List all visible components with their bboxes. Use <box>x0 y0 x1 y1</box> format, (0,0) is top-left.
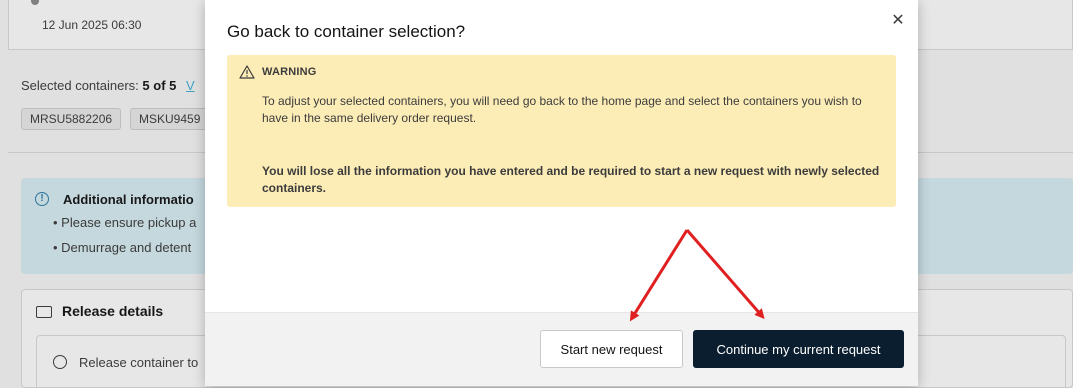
warning-text: To adjust your selected containers, you … <box>262 94 862 125</box>
warning-heading: WARNING <box>262 66 317 78</box>
dialog-title: Go back to container selection? <box>227 22 466 41</box>
warning-box: WARNING To adjust your selected containe… <box>227 55 896 207</box>
dialog-footer: Start new request Continue my current re… <box>205 312 918 386</box>
start-new-request-button[interactable]: Start new request <box>540 330 683 368</box>
warning-triangle-icon <box>239 65 255 79</box>
close-icon[interactable]: ✕ <box>888 11 908 31</box>
warning-bold-text: You will lose all the information you ha… <box>262 164 880 195</box>
continue-current-request-button[interactable]: Continue my current request <box>693 330 904 368</box>
confirm-dialog: Go back to container selection? ✕ WARNIN… <box>205 0 918 386</box>
